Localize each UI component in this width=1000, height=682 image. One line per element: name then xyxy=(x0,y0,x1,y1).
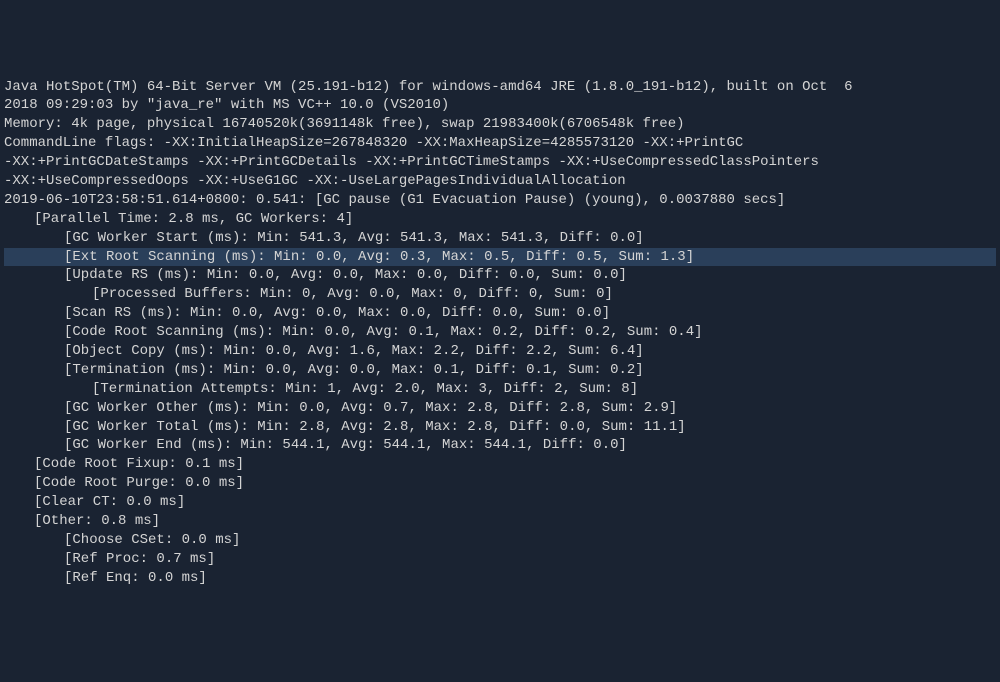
log-line-7: [Parallel Time: 2.8 ms, GC Workers: 4] xyxy=(4,210,996,229)
log-line-11: [Processed Buffers: Min: 0, Avg: 0.0, Ma… xyxy=(4,285,996,304)
log-line-3: CommandLine flags: -XX:InitialHeapSize=2… xyxy=(4,134,996,153)
log-line-1: 2018 09:29:03 by "java_re" with MS VC++ … xyxy=(4,96,996,115)
log-line-20: [Code Root Fixup: 0.1 ms] xyxy=(4,455,996,474)
log-line-4: -XX:+PrintGCDateStamps -XX:+PrintGCDetai… xyxy=(4,153,996,172)
log-line-16: [Termination Attempts: Min: 1, Avg: 2.0,… xyxy=(4,380,996,399)
log-line-18: [GC Worker Total (ms): Min: 2.8, Avg: 2.… xyxy=(4,418,996,437)
log-line-12: [Scan RS (ms): Min: 0.0, Avg: 0.0, Max: … xyxy=(4,304,996,323)
log-line-19: [GC Worker End (ms): Min: 544.1, Avg: 54… xyxy=(4,436,996,455)
log-line-26: [Ref Enq: 0.0 ms] xyxy=(4,569,996,588)
log-line-21: [Code Root Purge: 0.0 ms] xyxy=(4,474,996,493)
log-line-0: Java HotSpot(TM) 64-Bit Server VM (25.19… xyxy=(4,78,996,97)
log-line-24: [Choose CSet: 0.0 ms] xyxy=(4,531,996,550)
log-line-5: -XX:+UseCompressedOops -XX:+UseG1GC -XX:… xyxy=(4,172,996,191)
log-line-6: 2019-06-10T23:58:51.614+0800: 0.541: [GC… xyxy=(4,191,996,210)
log-line-15: [Termination (ms): Min: 0.0, Avg: 0.0, M… xyxy=(4,361,996,380)
terminal-output: Java HotSpot(TM) 64-Bit Server VM (25.19… xyxy=(4,78,996,588)
log-line-10: [Update RS (ms): Min: 0.0, Avg: 0.0, Max… xyxy=(4,266,996,285)
log-line-2: Memory: 4k page, physical 16740520k(3691… xyxy=(4,115,996,134)
log-line-23: [Other: 0.8 ms] xyxy=(4,512,996,531)
log-line-13: [Code Root Scanning (ms): Min: 0.0, Avg:… xyxy=(4,323,996,342)
log-line-22: [Clear CT: 0.0 ms] xyxy=(4,493,996,512)
log-line-8: [GC Worker Start (ms): Min: 541.3, Avg: … xyxy=(4,229,996,248)
log-line-14: [Object Copy (ms): Min: 0.0, Avg: 1.6, M… xyxy=(4,342,996,361)
log-line-17: [GC Worker Other (ms): Min: 0.0, Avg: 0.… xyxy=(4,399,996,418)
log-line-25: [Ref Proc: 0.7 ms] xyxy=(4,550,996,569)
log-line-9: [Ext Root Scanning (ms): Min: 0.0, Avg: … xyxy=(4,248,996,267)
